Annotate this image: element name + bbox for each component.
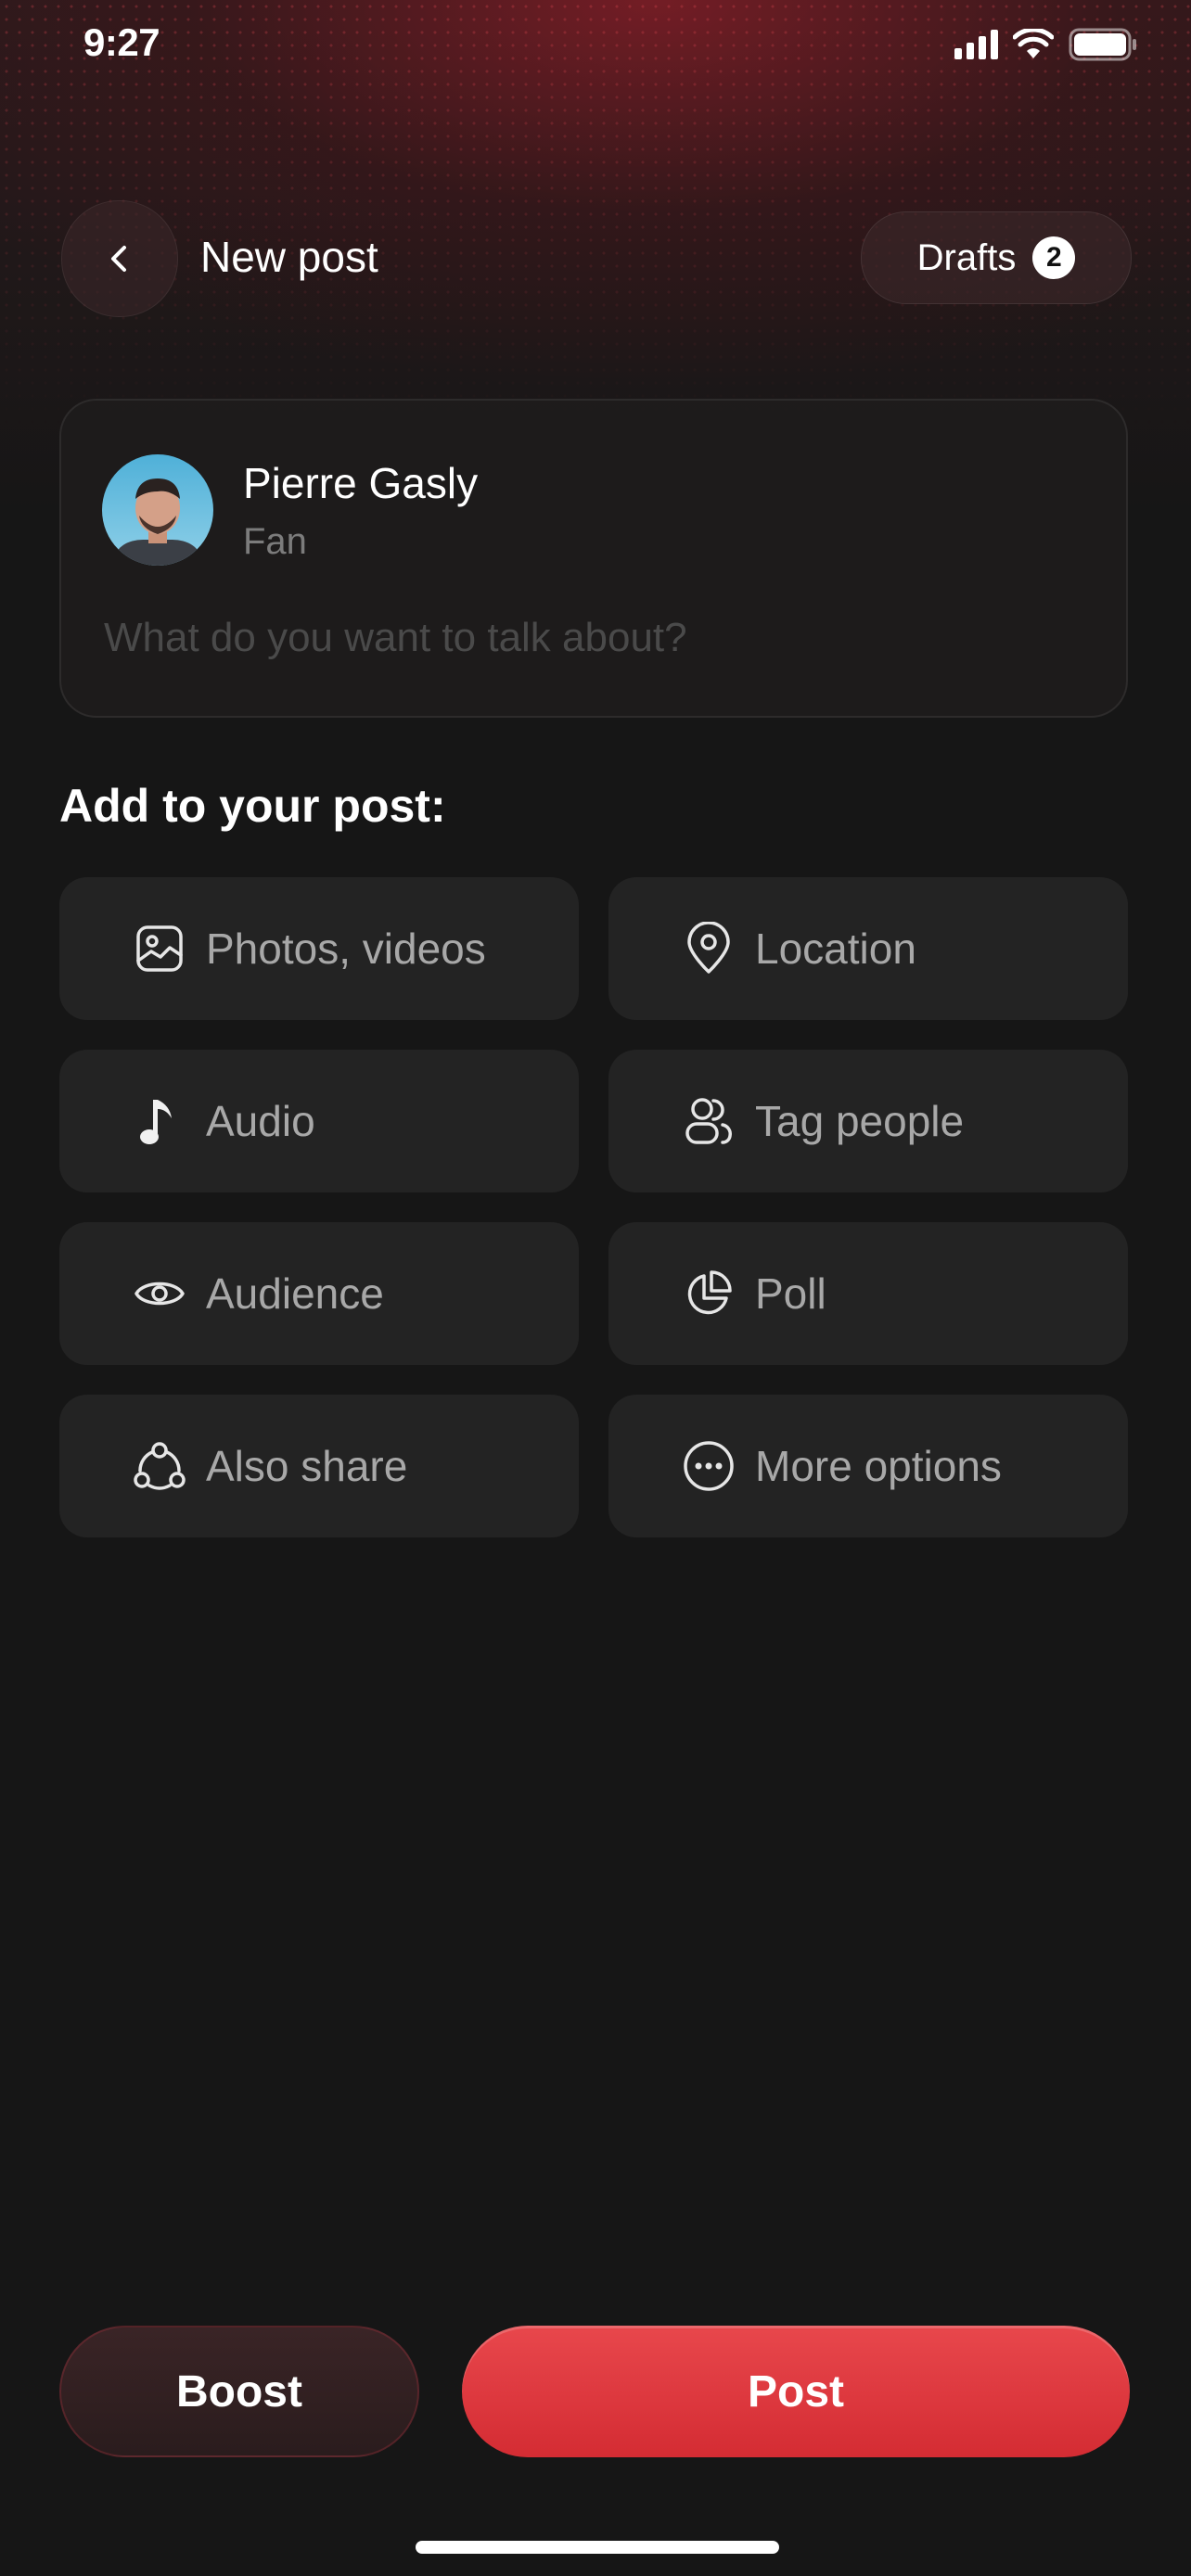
share-nodes-icon [132, 1438, 187, 1494]
back-button[interactable] [61, 200, 178, 317]
option-location[interactable]: Location [608, 877, 1128, 1020]
post-button[interactable]: Post [462, 2326, 1130, 2457]
battery-icon [1069, 28, 1136, 61]
cellular-signal-icon [954, 30, 998, 59]
option-label: Audience [206, 1269, 384, 1318]
eye-icon [132, 1266, 187, 1321]
drafts-count-badge: 2 [1032, 236, 1076, 279]
option-audio[interactable]: Audio [59, 1050, 579, 1192]
option-label: Tag people [755, 1097, 965, 1145]
pie-chart-icon [681, 1266, 736, 1321]
status-icons [954, 28, 1137, 61]
wifi-icon [1013, 29, 1054, 58]
avatar [102, 454, 213, 566]
option-label: More options [755, 1442, 1002, 1490]
user-role: Fan [243, 521, 307, 562]
option-label: Audio [206, 1097, 315, 1145]
option-more-options[interactable]: More options [608, 1395, 1128, 1537]
post-text-input[interactable] [102, 605, 1089, 671]
chevron-left-icon [111, 246, 126, 272]
boost-button[interactable]: Boost [59, 2326, 419, 2457]
option-poll[interactable]: Poll [608, 1222, 1128, 1365]
status-time: 9:27 [83, 20, 160, 64]
option-label: Also share [206, 1442, 408, 1490]
option-audience[interactable]: Audience [59, 1222, 579, 1365]
option-tag-people[interactable]: Tag people [608, 1050, 1128, 1192]
option-photos-videos[interactable]: Photos, videos [59, 877, 579, 1020]
drafts-button[interactable]: Drafts 2 [861, 211, 1132, 304]
option-label: Location [755, 925, 916, 973]
more-dots-icon [681, 1438, 736, 1494]
section-title: Add to your post: [59, 780, 446, 832]
home-indicator[interactable] [416, 2541, 779, 2554]
user-name: Pierre Gasly [243, 459, 479, 507]
option-label: Photos, videos [206, 925, 486, 973]
location-pin-icon [681, 921, 736, 976]
page-title: New post [200, 233, 378, 281]
post-composer-card: Pierre Gasly Fan [59, 399, 1128, 718]
option-label: Poll [755, 1269, 826, 1318]
people-icon [681, 1093, 736, 1149]
image-icon [132, 921, 187, 976]
drafts-label: Drafts [916, 236, 1017, 278]
music-note-icon [132, 1093, 187, 1149]
option-also-share[interactable]: Also share [59, 1395, 579, 1537]
